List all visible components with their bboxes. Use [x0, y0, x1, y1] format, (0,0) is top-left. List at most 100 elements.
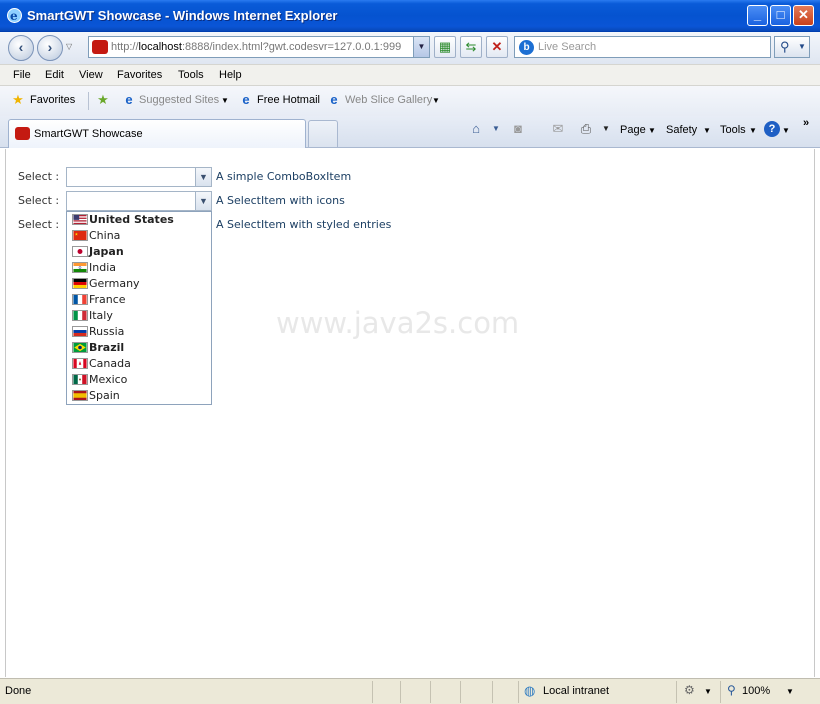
- forward-button[interactable]: ›: [37, 35, 63, 61]
- tab-smartgwt-showcase[interactable]: SmartGWT Showcase: [8, 119, 306, 148]
- safety-menu[interactable]: Safety: [666, 124, 697, 136]
- picklist-item-china[interactable]: ★ China: [67, 228, 211, 244]
- suggested-sites-dropdown-icon[interactable]: ▼: [221, 96, 229, 105]
- select-dropdown-icon[interactable]: ▼: [195, 192, 211, 210]
- print-icon[interactable]: ⎙: [577, 121, 595, 137]
- web-slice-gallery-link[interactable]: Web Slice Gallery: [345, 94, 432, 106]
- print-dropdown-icon[interactable]: ▼: [597, 121, 615, 137]
- back-button[interactable]: ‹: [8, 35, 34, 61]
- close-button[interactable]: ✕: [793, 5, 814, 26]
- status-divider: [460, 681, 461, 703]
- feeds-icon[interactable]: ◙: [509, 121, 527, 137]
- read-mail-icon[interactable]: ✉: [549, 121, 567, 137]
- more-commands-button[interactable]: »: [803, 117, 809, 129]
- us-flag-icon: [72, 214, 88, 225]
- separator: [88, 92, 89, 110]
- france-flag-icon: [72, 294, 88, 305]
- spain-flag-icon: [72, 390, 88, 401]
- status-divider: [372, 681, 373, 703]
- picklist-item-label: Brazil: [89, 341, 125, 354]
- picklist-item-india[interactable]: India: [67, 260, 211, 276]
- menu-favorites[interactable]: Favorites: [117, 69, 162, 81]
- suggested-sites-link[interactable]: Suggested Sites: [139, 94, 219, 106]
- help-dropdown-icon[interactable]: ▼: [782, 126, 790, 135]
- stop-icon[interactable]: ✕: [486, 36, 508, 58]
- protected-mode-dropdown-icon[interactable]: ▼: [704, 687, 712, 696]
- search-input[interactable]: Live Search: [538, 41, 596, 53]
- picklist-item-label: Japan: [89, 245, 124, 258]
- picklist-item-label: Mexico: [89, 373, 128, 386]
- country-picklist: United States ★ China Japan India German…: [66, 211, 212, 405]
- window-title: SmartGWT Showcase - Windows Internet Exp…: [27, 8, 338, 23]
- favorites-star-icon: ★: [12, 92, 24, 107]
- tools-dropdown-icon[interactable]: ▼: [749, 126, 757, 135]
- status-divider: [720, 681, 721, 703]
- picklist-item-russia[interactable]: Russia: [67, 324, 211, 340]
- japan-flag-icon: [72, 246, 88, 257]
- address-bar[interactable]: http://localhost:8888/index.html?gwt.cod…: [88, 36, 430, 58]
- address-toolbar: ‹ › ▽ http://localhost:8888/index.html?g…: [0, 32, 820, 64]
- picklist-item-japan[interactable]: Japan: [67, 244, 211, 260]
- brazil-flag-icon: [72, 342, 88, 353]
- zoom-dropdown-icon[interactable]: ▼: [786, 687, 794, 696]
- home-dropdown-icon[interactable]: ▼: [487, 121, 505, 137]
- safety-dropdown-icon[interactable]: ▼: [703, 126, 711, 135]
- picklist-item-label: United States: [89, 213, 174, 226]
- selectitem-with-icons[interactable]: ▼: [66, 191, 212, 211]
- combo-description-3: A SelectItem with styled entries: [216, 218, 392, 231]
- menu-help[interactable]: Help: [219, 69, 242, 81]
- status-text: Done: [5, 685, 32, 697]
- picklist-item-mexico[interactable]: Mexico: [67, 372, 211, 388]
- picklist-item-label: Russia: [89, 325, 125, 338]
- address-url[interactable]: http://localhost:8888/index.html?gwt.cod…: [111, 41, 411, 53]
- search-box[interactable]: b Live Search: [514, 36, 771, 58]
- zoom-level[interactable]: 100%: [742, 685, 770, 697]
- menu-file[interactable]: File: [13, 69, 31, 81]
- svg-text:★: ★: [75, 232, 79, 237]
- refresh-icon[interactable]: ⇆: [460, 36, 482, 58]
- tools-menu[interactable]: Tools: [720, 124, 746, 136]
- picklist-item-canada[interactable]: Canada: [67, 356, 211, 372]
- picklist-item-germany[interactable]: Germany: [67, 276, 211, 292]
- help-icon[interactable]: ?: [764, 121, 780, 137]
- picklist-item-label: India: [89, 261, 116, 274]
- protected-mode-icon[interactable]: ⚙: [684, 683, 695, 697]
- menu-view[interactable]: View: [79, 69, 103, 81]
- address-dropdown-button[interactable]: ▼: [413, 37, 429, 57]
- picklist-item-italy[interactable]: Italy: [67, 308, 211, 324]
- combo-label-1: Select :: [18, 170, 60, 183]
- new-tab-button[interactable]: [308, 120, 338, 147]
- picklist-item-france[interactable]: France: [67, 292, 211, 308]
- combobox-simple[interactable]: ▼: [66, 167, 212, 187]
- ie-page-icon: e: [125, 92, 133, 107]
- search-button[interactable]: ⚲ ▼: [774, 36, 810, 58]
- title-bar: e SmartGWT Showcase - Windows Internet E…: [0, 0, 820, 32]
- picklist-item-label: Spain: [89, 389, 120, 402]
- favorites-button[interactable]: Favorites: [30, 94, 75, 106]
- add-favorites-icon[interactable]: ★: [95, 92, 111, 108]
- picklist-item-brazil[interactable]: Brazil: [67, 340, 211, 356]
- home-icon[interactable]: ⌂: [467, 121, 485, 137]
- compatibility-view-icon[interactable]: ▦: [434, 36, 456, 58]
- page-dropdown-icon[interactable]: ▼: [648, 126, 656, 135]
- page-menu[interactable]: Page: [620, 124, 646, 136]
- italy-flag-icon: [72, 310, 88, 321]
- maximize-button[interactable]: □: [770, 5, 791, 26]
- combo-dropdown-icon[interactable]: ▼: [195, 168, 211, 186]
- mexico-flag-icon: [72, 374, 88, 385]
- history-dropdown-icon[interactable]: ▽: [66, 42, 72, 51]
- status-bar: Done ◍ Local intranet ⚙ ▼ ⚲ 100% ▼: [0, 678, 820, 704]
- menu-edit[interactable]: Edit: [45, 69, 64, 81]
- web-slice-dropdown-icon[interactable]: ▼: [432, 96, 440, 105]
- picklist-item-label: France: [89, 293, 126, 306]
- free-hotmail-link[interactable]: Free Hotmail: [257, 94, 320, 106]
- ie-page-icon: e: [242, 92, 250, 107]
- picklist-item-united-states[interactable]: United States: [67, 212, 211, 228]
- zoom-icon[interactable]: ⚲: [727, 683, 736, 697]
- search-dropdown-icon[interactable]: ▼: [798, 42, 806, 51]
- picklist-item-label: Germany: [89, 277, 140, 290]
- minimize-button[interactable]: _: [747, 5, 768, 26]
- picklist-item-spain[interactable]: Spain: [67, 388, 211, 404]
- menu-tools[interactable]: Tools: [178, 69, 204, 81]
- security-zone[interactable]: Local intranet: [543, 685, 609, 697]
